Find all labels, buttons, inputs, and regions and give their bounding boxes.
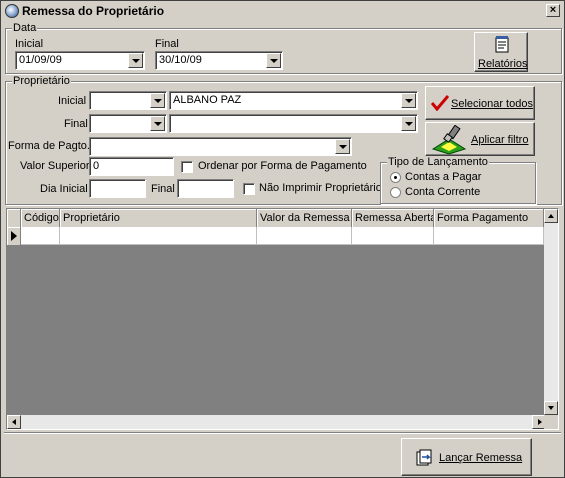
chevron-down-icon[interactable]: [401, 116, 416, 131]
proprietario-final-label: Final: [64, 118, 88, 130]
paint-brush-icon: [431, 125, 467, 155]
dia-inicial-label: Dia Inicial: [40, 183, 88, 195]
table-row[interactable]: [7, 227, 544, 245]
column-codigo[interactable]: Código: [21, 209, 60, 227]
dia-final-label: Final: [151, 183, 175, 195]
selecionar-todos-button[interactable]: Selecionar todos: [425, 86, 535, 120]
valor-superior-value: 0: [93, 160, 100, 172]
data-inicial-value: 01/09/09: [19, 54, 62, 66]
column-valor-remessa[interactable]: Valor da Remessa: [257, 209, 352, 227]
cell-proprietario[interactable]: [60, 227, 257, 245]
valor-superior-input[interactable]: 0: [89, 157, 174, 176]
chevron-down-icon[interactable]: [150, 93, 165, 108]
main-window: Remessa do Proprietário × Data Inicial 0…: [0, 0, 565, 478]
window-title: Remessa do Proprietário: [22, 4, 165, 18]
relatorios-button[interactable]: Relatórios: [474, 32, 528, 72]
chevron-down-icon[interactable]: [335, 139, 350, 154]
data-inicial-select[interactable]: 01/09/09: [15, 51, 145, 70]
grid-header: Código Proprietário Valor da Remessa Rem…: [7, 209, 544, 228]
tipo-lancamento-legend: Tipo de Lançamento: [387, 156, 489, 168]
proprietario-final-code-select[interactable]: [89, 114, 167, 133]
conta-corrente-label[interactable]: Conta Corrente: [405, 186, 480, 199]
report-icon: [495, 36, 509, 53]
cell-codigo[interactable]: [21, 227, 60, 245]
scroll-corner: [544, 415, 558, 429]
proprietario-inicial-code-select[interactable]: [89, 91, 167, 110]
forma-pagto-label: Forma de Pagto.: [8, 140, 90, 152]
post-document-icon: [416, 449, 432, 466]
vertical-scrollbar[interactable]: [544, 209, 558, 415]
data-final-select[interactable]: 30/10/09: [155, 51, 283, 70]
column-proprietario[interactable]: Proprietário: [60, 209, 257, 227]
cell-remessa-aberta[interactable]: [352, 227, 434, 245]
scroll-left-icon[interactable]: [7, 415, 21, 429]
proprietario-inicial-name-select[interactable]: ALBANO PAZ: [169, 91, 418, 110]
bottom-divider: [4, 432, 561, 434]
dia-inicial-input[interactable]: [89, 179, 146, 198]
dia-final-input[interactable]: [177, 179, 234, 198]
scroll-down-icon[interactable]: [544, 401, 558, 415]
row-pointer-icon: [11, 231, 17, 241]
nao-imprimir-checkbox[interactable]: [243, 183, 255, 195]
close-button[interactable]: ×: [546, 4, 560, 17]
app-icon: [5, 4, 19, 18]
cell-valor-remessa[interactable]: [257, 227, 352, 245]
selecionar-todos-label: Selecionar todos: [451, 98, 533, 110]
forma-pagto-select[interactable]: [89, 137, 352, 156]
chevron-down-icon[interactable]: [150, 116, 165, 131]
title-bar[interactable]: Remessa do Proprietário ×: [2, 2, 563, 20]
conta-corrente-radio[interactable]: [390, 187, 401, 198]
data-final-label: Final: [155, 38, 179, 50]
scroll-up-icon[interactable]: [544, 209, 558, 223]
aplicar-filtro-button[interactable]: Aplicar filtro: [425, 122, 535, 156]
cell-forma-pagamento[interactable]: [434, 227, 544, 245]
proprietario-final-name-select[interactable]: [169, 114, 418, 133]
lancar-remessa-label: Lançar Remessa: [439, 452, 523, 464]
contas-a-pagar-radio[interactable]: [390, 172, 401, 183]
relatorios-label: Relatórios: [478, 58, 528, 70]
valor-superior-label: Valor Superior: [20, 160, 90, 172]
data-final-value: 30/10/09: [159, 54, 202, 66]
tipo-lancamento-group: Tipo de Lançamento Contas a Pagar Conta …: [380, 156, 536, 204]
data-group-legend: Data: [12, 22, 38, 34]
ordenar-checkbox[interactable]: [181, 161, 193, 173]
proprietario-inicial-label: Inicial: [58, 95, 87, 107]
proprietario-group-legend: Proprietário: [12, 75, 71, 87]
ordenar-label[interactable]: Ordenar por Forma de Pagamento: [198, 160, 367, 173]
horizontal-scrollbar[interactable]: [7, 415, 546, 429]
lancar-remessa-button[interactable]: Lançar Remessa: [401, 438, 532, 476]
chevron-down-icon[interactable]: [128, 53, 143, 68]
row-indicator[interactable]: [7, 227, 21, 245]
data-inicial-label: Inicial: [15, 38, 44, 50]
grid-corner-cell: [7, 209, 21, 227]
chevron-down-icon[interactable]: [401, 93, 416, 108]
proprietario-inicial-name-value: ALBANO PAZ: [173, 94, 242, 106]
contas-a-pagar-label[interactable]: Contas a Pagar: [405, 171, 481, 184]
checkmark-icon: [431, 95, 449, 111]
nao-imprimir-label[interactable]: Não Imprimir Proprietário: [259, 182, 382, 195]
column-forma-pagamento[interactable]: Forma Pagamento: [434, 209, 544, 227]
remessa-grid[interactable]: Código Proprietário Valor da Remessa Rem…: [6, 208, 559, 430]
chevron-down-icon[interactable]: [266, 53, 281, 68]
column-remessa-aberta[interactable]: Remessa Aberta: [352, 209, 434, 227]
aplicar-filtro-label: Aplicar filtro: [471, 134, 529, 146]
